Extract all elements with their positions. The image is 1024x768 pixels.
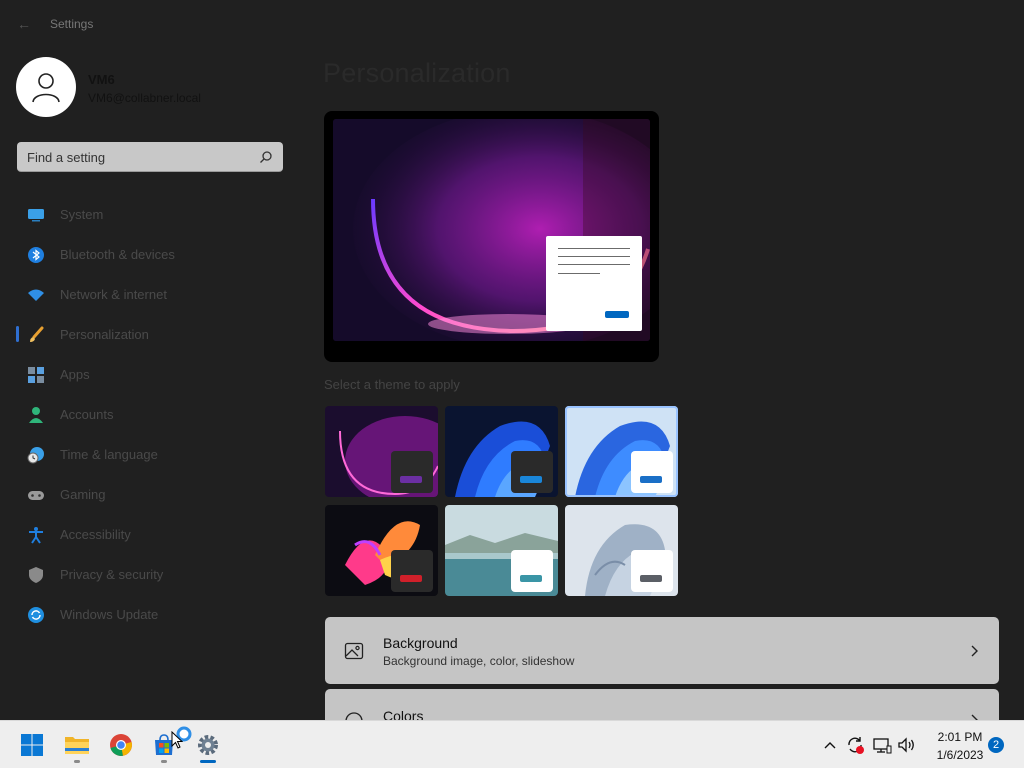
colors-card-title: Colors [383, 708, 424, 720]
background-card[interactable]: Background Background image, color, slid… [325, 617, 999, 684]
sidebar-item-personalization[interactable]: Personalization [16, 314, 286, 354]
chrome-icon [110, 734, 132, 756]
sync-icon [28, 607, 44, 623]
sidebar-item-apps[interactable]: Apps [16, 354, 286, 394]
theme-tile-flow[interactable] [565, 505, 678, 596]
themes-label: Select a theme to apply [324, 377, 460, 392]
start-button[interactable] [14, 727, 50, 763]
page-title: Personalization [323, 58, 511, 88]
chevron-right-icon [971, 714, 978, 720]
title-bar: ← Settings [0, 0, 1024, 48]
preview-button [605, 311, 629, 318]
shield-icon [29, 567, 43, 583]
theme-tile-sunrise[interactable] [445, 505, 558, 596]
search-icon [260, 151, 272, 163]
sidebar-item-label: Privacy & security [60, 567, 164, 582]
sidebar-item-bluetooth[interactable]: Bluetooth & devices [16, 234, 286, 274]
clock-date: 1/6/2023 [936, 748, 984, 762]
running-indicator [161, 760, 167, 763]
search-placeholder: Find a setting [27, 150, 106, 165]
preview-window [546, 236, 642, 331]
person-icon [29, 407, 43, 423]
sidebar-item-label: Personalization [60, 327, 149, 342]
sidebar-item-time-language[interactable]: Time & language [16, 434, 286, 474]
windows-logo-icon [21, 734, 43, 756]
colors-card[interactable]: Colors [325, 689, 999, 720]
volume-icon [898, 737, 914, 753]
active-indicator [200, 760, 216, 763]
theme-preview [324, 111, 659, 362]
tray-overflow-button[interactable] [820, 735, 840, 755]
sidebar-item-accessibility[interactable]: Accessibility [16, 514, 286, 554]
sidebar-item-label: Apps [60, 367, 90, 382]
background-card-title: Background [383, 635, 458, 651]
user-email: VM6@collabner.local [88, 91, 201, 105]
image-icon [344, 642, 364, 660]
apps-icon [28, 367, 44, 383]
tray-volume[interactable] [897, 735, 917, 755]
sidebar-item-label: Bluetooth & devices [60, 247, 175, 262]
clock-time: 2:01 PM [937, 730, 983, 744]
running-indicator [74, 760, 80, 763]
taskbar-chrome[interactable] [103, 727, 139, 763]
network-icon [873, 738, 892, 754]
sidebar-item-windows-update[interactable]: Windows Update [16, 594, 286, 634]
preview-wallpaper [333, 119, 650, 341]
sidebar-item-label: Accessibility [60, 527, 131, 542]
sidebar-item-label: Network & internet [60, 287, 167, 302]
chevron-up-icon [824, 742, 836, 749]
system-clock[interactable]: 2:01 PM 1/6/2023 [924, 728, 996, 764]
brush-icon [30, 326, 44, 342]
sync-error-icon [848, 737, 864, 754]
avatar[interactable] [16, 57, 76, 117]
window-title: Settings [50, 17, 94, 31]
sidebar-nav: System Bluetooth & devices Network & int… [16, 194, 286, 634]
clock-globe-icon [27, 447, 44, 464]
notification-badge[interactable]: 2 [988, 737, 1004, 753]
folder-icon [65, 737, 89, 754]
sidebar-item-label: Time & language [60, 447, 158, 462]
background-card-subtitle: Background image, color, slideshow [383, 654, 575, 668]
chevron-right-icon [971, 645, 978, 657]
theme-tile-glow[interactable] [325, 406, 438, 497]
theme-tile-bloom-light[interactable] [565, 406, 678, 497]
mouse-cursor-icon [171, 731, 183, 749]
gear-icon [198, 735, 218, 755]
accessibility-icon [29, 527, 43, 544]
tray-network[interactable] [872, 735, 892, 755]
sidebar-item-label: Accounts [60, 407, 114, 422]
tray-sync[interactable] [845, 735, 865, 755]
theme-grid [325, 406, 681, 596]
sidebar-item-label: System [60, 207, 104, 222]
wifi-icon [28, 289, 44, 301]
taskbar-file-explorer[interactable] [59, 727, 95, 763]
person-icon [32, 73, 60, 103]
gamepad-icon [28, 491, 44, 500]
sidebar-item-label: Windows Update [60, 607, 159, 622]
bluetooth-icon [28, 247, 44, 263]
sidebar-item-accounts[interactable]: Accounts [16, 394, 286, 434]
sidebar-item-label: Gaming [60, 487, 106, 502]
sidebar-item-gaming[interactable]: Gaming [16, 474, 286, 514]
user-name: VM6 [88, 72, 115, 87]
sidebar-item-network[interactable]: Network & internet [16, 274, 286, 314]
sidebar-item-system[interactable]: System [16, 194, 286, 234]
theme-tile-captured-motion[interactable] [325, 505, 438, 596]
taskbar-settings[interactable] [190, 727, 226, 763]
taskbar: 2:01 PM 1/6/2023 2 [0, 720, 1024, 768]
palette-icon [345, 712, 363, 720]
theme-tile-bloom-dark[interactable] [445, 406, 558, 497]
back-button[interactable]: ← [12, 14, 36, 34]
sidebar-item-privacy[interactable]: Privacy & security [16, 554, 286, 594]
monitor-icon [28, 209, 44, 222]
search-input[interactable]: Find a setting [17, 142, 283, 172]
